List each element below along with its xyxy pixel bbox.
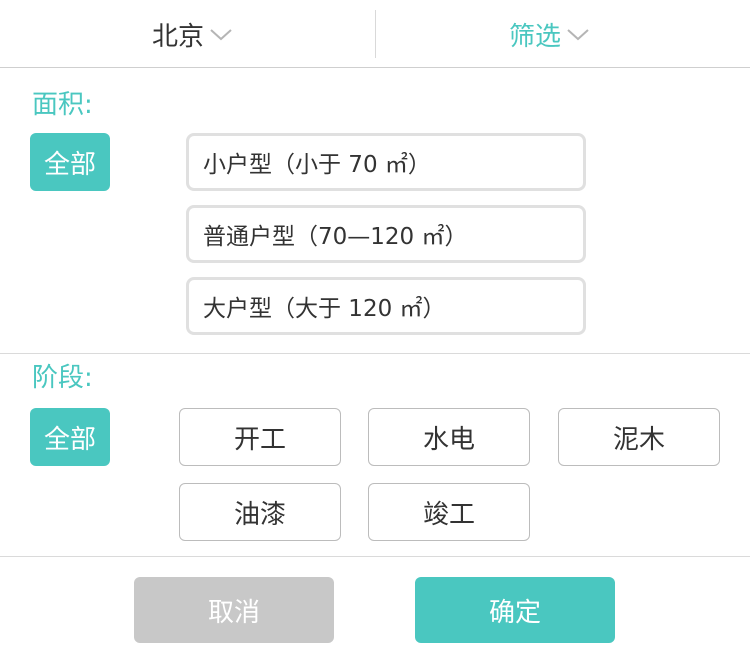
stage-option-youqi[interactable]: 油漆 — [179, 483, 341, 541]
city-selector[interactable]: 北京 — [152, 0, 234, 68]
stage-option-jungong[interactable]: 竣工 — [368, 483, 530, 541]
top-filter-bar: 北京 筛选 — [0, 0, 750, 68]
area-all-button[interactable]: 全部 — [30, 133, 110, 191]
city-label: 北京 — [152, 21, 205, 52]
stage-option-nimu[interactable]: 泥木 — [558, 408, 720, 466]
area-option-small[interactable]: 小户型（小于 70 ㎡） — [186, 133, 586, 191]
confirm-button[interactable]: 确定 — [415, 577, 615, 643]
chevron-down-icon — [210, 29, 232, 41]
area-section-title: 面积: — [32, 90, 93, 120]
area-option-large[interactable]: 大户型（大于 120 ㎡） — [186, 277, 586, 335]
area-option-standard[interactable]: 普通户型（70—120 ㎡） — [186, 205, 586, 263]
filter-label: 筛选 — [509, 21, 562, 52]
stage-section-title: 阶段: — [32, 363, 93, 393]
actions-divider — [0, 556, 750, 557]
section-divider — [0, 353, 750, 354]
chevron-down-icon — [567, 29, 589, 41]
stage-all-button[interactable]: 全部 — [30, 408, 110, 466]
stage-option-shuidian[interactable]: 水电 — [368, 408, 530, 466]
cancel-button[interactable]: 取消 — [134, 577, 334, 643]
stage-option-kaigong[interactable]: 开工 — [179, 408, 341, 466]
tab-divider — [375, 10, 376, 58]
filter-selector[interactable]: 筛选 — [509, 0, 591, 68]
